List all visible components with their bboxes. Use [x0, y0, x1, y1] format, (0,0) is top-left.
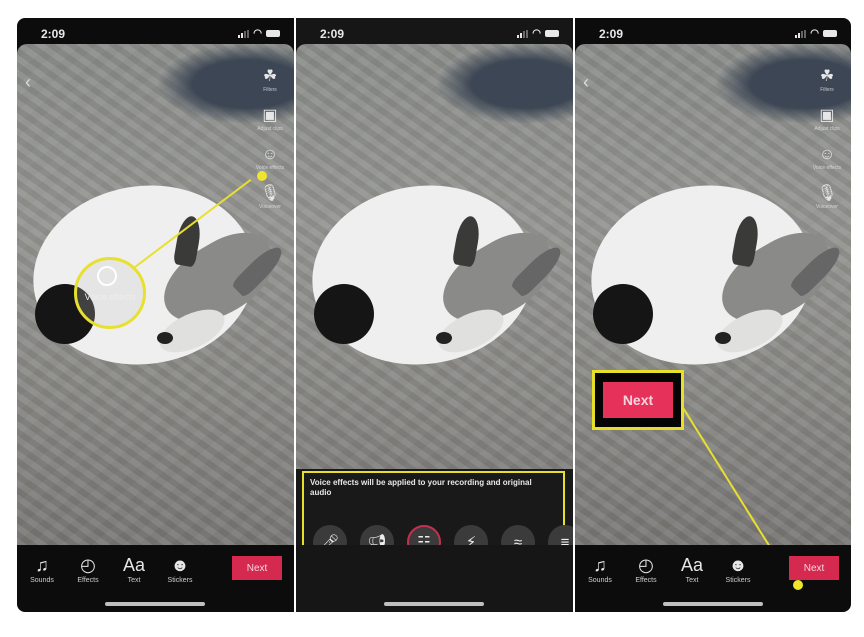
tool-effects[interactable]: ◴ Effects — [631, 555, 661, 584]
tool-voice-effects[interactable]: ☺ Voice effects — [813, 146, 841, 171]
screen-step-3: 2:09 ◠ ‹ ☘ Filters ▣ Adjust clips ☺ Voice e… — [575, 18, 851, 612]
adjust-clips-icon: ▣ — [262, 107, 278, 124]
tool-filters[interactable]: ☘ Filters — [263, 68, 277, 93]
tool-voice-effects[interactable]: ☺ Voice effects — [256, 146, 284, 171]
tool-text[interactable]: Aa Text — [119, 555, 149, 584]
next-button[interactable]: Next — [789, 556, 839, 580]
wifi-icon: ◠ — [810, 28, 819, 39]
tool-adjust-clips[interactable]: ▣ Adjust clips — [257, 107, 282, 132]
callout-line — [679, 402, 801, 545]
effect-robot[interactable]: ☷Robot — [406, 525, 442, 545]
back-chevron-icon[interactable]: ‹ — [25, 72, 31, 93]
video-preview: ‹ ☘ Filters ▣ Adjust clips ☺ Voice effects … — [17, 44, 294, 545]
adjust-clips-icon: ▣ — [819, 107, 835, 124]
effect-mic[interactable]: 🎤︎Mic — [312, 525, 348, 545]
dog-spot — [593, 284, 653, 344]
video-preview: Voice effects will be applied to your re… — [296, 44, 573, 545]
back-chevron-icon[interactable]: ‹ — [583, 72, 589, 93]
voice-effects-list: 🎤︎Mic 📢︎Megaph... ☷Robot ⚡︎Low Batt... ≈… — [312, 525, 573, 545]
filters-icon: ☘ — [262, 68, 278, 85]
video-preview: ‹ ☘ Filters ▣ Adjust clips ☺ Voice effects … — [575, 44, 851, 545]
tool-effects[interactable]: ◴ Effects — [73, 555, 103, 584]
dog-nose — [157, 332, 173, 344]
wifi-icon: ◠ — [532, 28, 541, 39]
next-callout: Next — [592, 370, 684, 430]
voiceover-icon: 🎙︎ — [816, 185, 838, 202]
text-icon: Aa — [680, 555, 704, 575]
sticker-icon: ☻ — [170, 555, 190, 575]
signal-icon — [517, 29, 529, 38]
status-time: 2:09 — [41, 27, 66, 41]
voice-effects-icon — [97, 266, 117, 286]
electronic-icon: ≡ — [548, 525, 573, 545]
signal-icon — [795, 29, 807, 38]
tool-voiceover[interactable]: 🎙︎ Voiceover — [259, 185, 281, 210]
voice-effects-highlight: Voice effects will be applied to your re… — [302, 471, 573, 545]
next-callout-button: Next — [603, 382, 673, 418]
voice-effects-message: Voice effects will be applied to your re… — [310, 478, 532, 497]
bottom-toolbar: ♫ Sounds ◴ Effects Aa Text ☻ Stickers Next — [575, 545, 851, 612]
screen-step-1: 2:09 ◠ ‹ ☘ Filters ▣ Adjust clips ☺ Voice e… — [17, 18, 294, 612]
signal-icon — [238, 29, 250, 38]
effects-timer-icon: ◴ — [80, 555, 96, 575]
dog-nose — [715, 332, 731, 344]
low-battery-icon: ⚡︎ — [454, 525, 488, 545]
tool-sounds[interactable]: ♫ Sounds — [585, 555, 615, 584]
battery-icon — [545, 30, 559, 37]
voice-effects-sheet: Voice effects will be applied to your re… — [296, 469, 573, 545]
music-note-icon: ♫ — [35, 555, 49, 575]
tool-sounds[interactable]: ♫ Sounds — [27, 555, 57, 584]
status-bar: 2:09 ◠ — [17, 18, 294, 44]
bottom-area — [296, 545, 573, 612]
tool-stickers[interactable]: ☻ Stickers — [165, 555, 195, 584]
effect-electronic[interactable]: ≡Elect — [547, 525, 573, 545]
home-indicator — [663, 602, 763, 606]
screen-step-2: 2:09 ◠ Voice effects will be applied to … — [296, 18, 573, 612]
music-note-icon: ♫ — [593, 555, 607, 575]
tool-voiceover[interactable]: 🎙︎ Voiceover — [816, 185, 838, 210]
next-button[interactable]: Next — [232, 556, 282, 580]
dog-nose — [436, 332, 452, 344]
callout-dot — [257, 171, 267, 181]
megaphone-icon: 📢︎ — [360, 525, 394, 545]
status-bar: 2:09 ◠ — [296, 18, 573, 44]
filters-icon: ☘ — [819, 68, 835, 85]
battery-icon — [266, 30, 280, 37]
battery-icon — [823, 30, 837, 37]
sticker-icon: ☻ — [728, 555, 748, 575]
tool-stickers[interactable]: ☻ Stickers — [723, 555, 753, 584]
effect-vibrato[interactable]: ≈Vibrato — [500, 525, 536, 545]
side-toolbar: ☘ Filters ▣ Adjust clips ☺ Voice effects 🎙︎… — [811, 68, 843, 210]
side-toolbar: ☘ Filters ▣ Adjust clips ☺ Voice effects 🎙︎… — [254, 68, 286, 210]
vibrato-icon: ≈ — [501, 525, 535, 545]
mic-icon: 🎤︎ — [313, 525, 347, 545]
voiceover-icon: 🎙︎ — [259, 185, 281, 202]
voice-effects-icon: ☺ — [818, 146, 836, 163]
voice-effects-icon: ☺ — [261, 146, 279, 163]
effect-megaphone[interactable]: 📢︎Megaph... — [359, 525, 395, 545]
effects-timer-icon: ◴ — [638, 555, 654, 575]
dog-spot — [314, 284, 374, 344]
home-indicator — [384, 602, 484, 606]
voice-effects-callout: Voice effects — [74, 257, 146, 329]
status-time: 2:09 — [599, 27, 624, 41]
home-indicator — [105, 602, 205, 606]
tool-text[interactable]: Aa Text — [677, 555, 707, 584]
tool-adjust-clips[interactable]: ▣ Adjust clips — [814, 107, 839, 132]
status-bar: 2:09 ◠ — [575, 18, 851, 44]
text-icon: Aa — [122, 555, 146, 575]
bottom-toolbar: ♫ Sounds ◴ Effects Aa Text ☻ Stickers Next — [17, 545, 294, 612]
callout-dot — [793, 580, 803, 590]
effect-low-battery[interactable]: ⚡︎Low Batt... — [453, 525, 489, 545]
wifi-icon: ◠ — [253, 28, 262, 39]
tool-filters[interactable]: ☘ Filters — [820, 68, 834, 93]
robot-icon: ☷ — [407, 525, 441, 545]
status-time: 2:09 — [320, 27, 345, 41]
